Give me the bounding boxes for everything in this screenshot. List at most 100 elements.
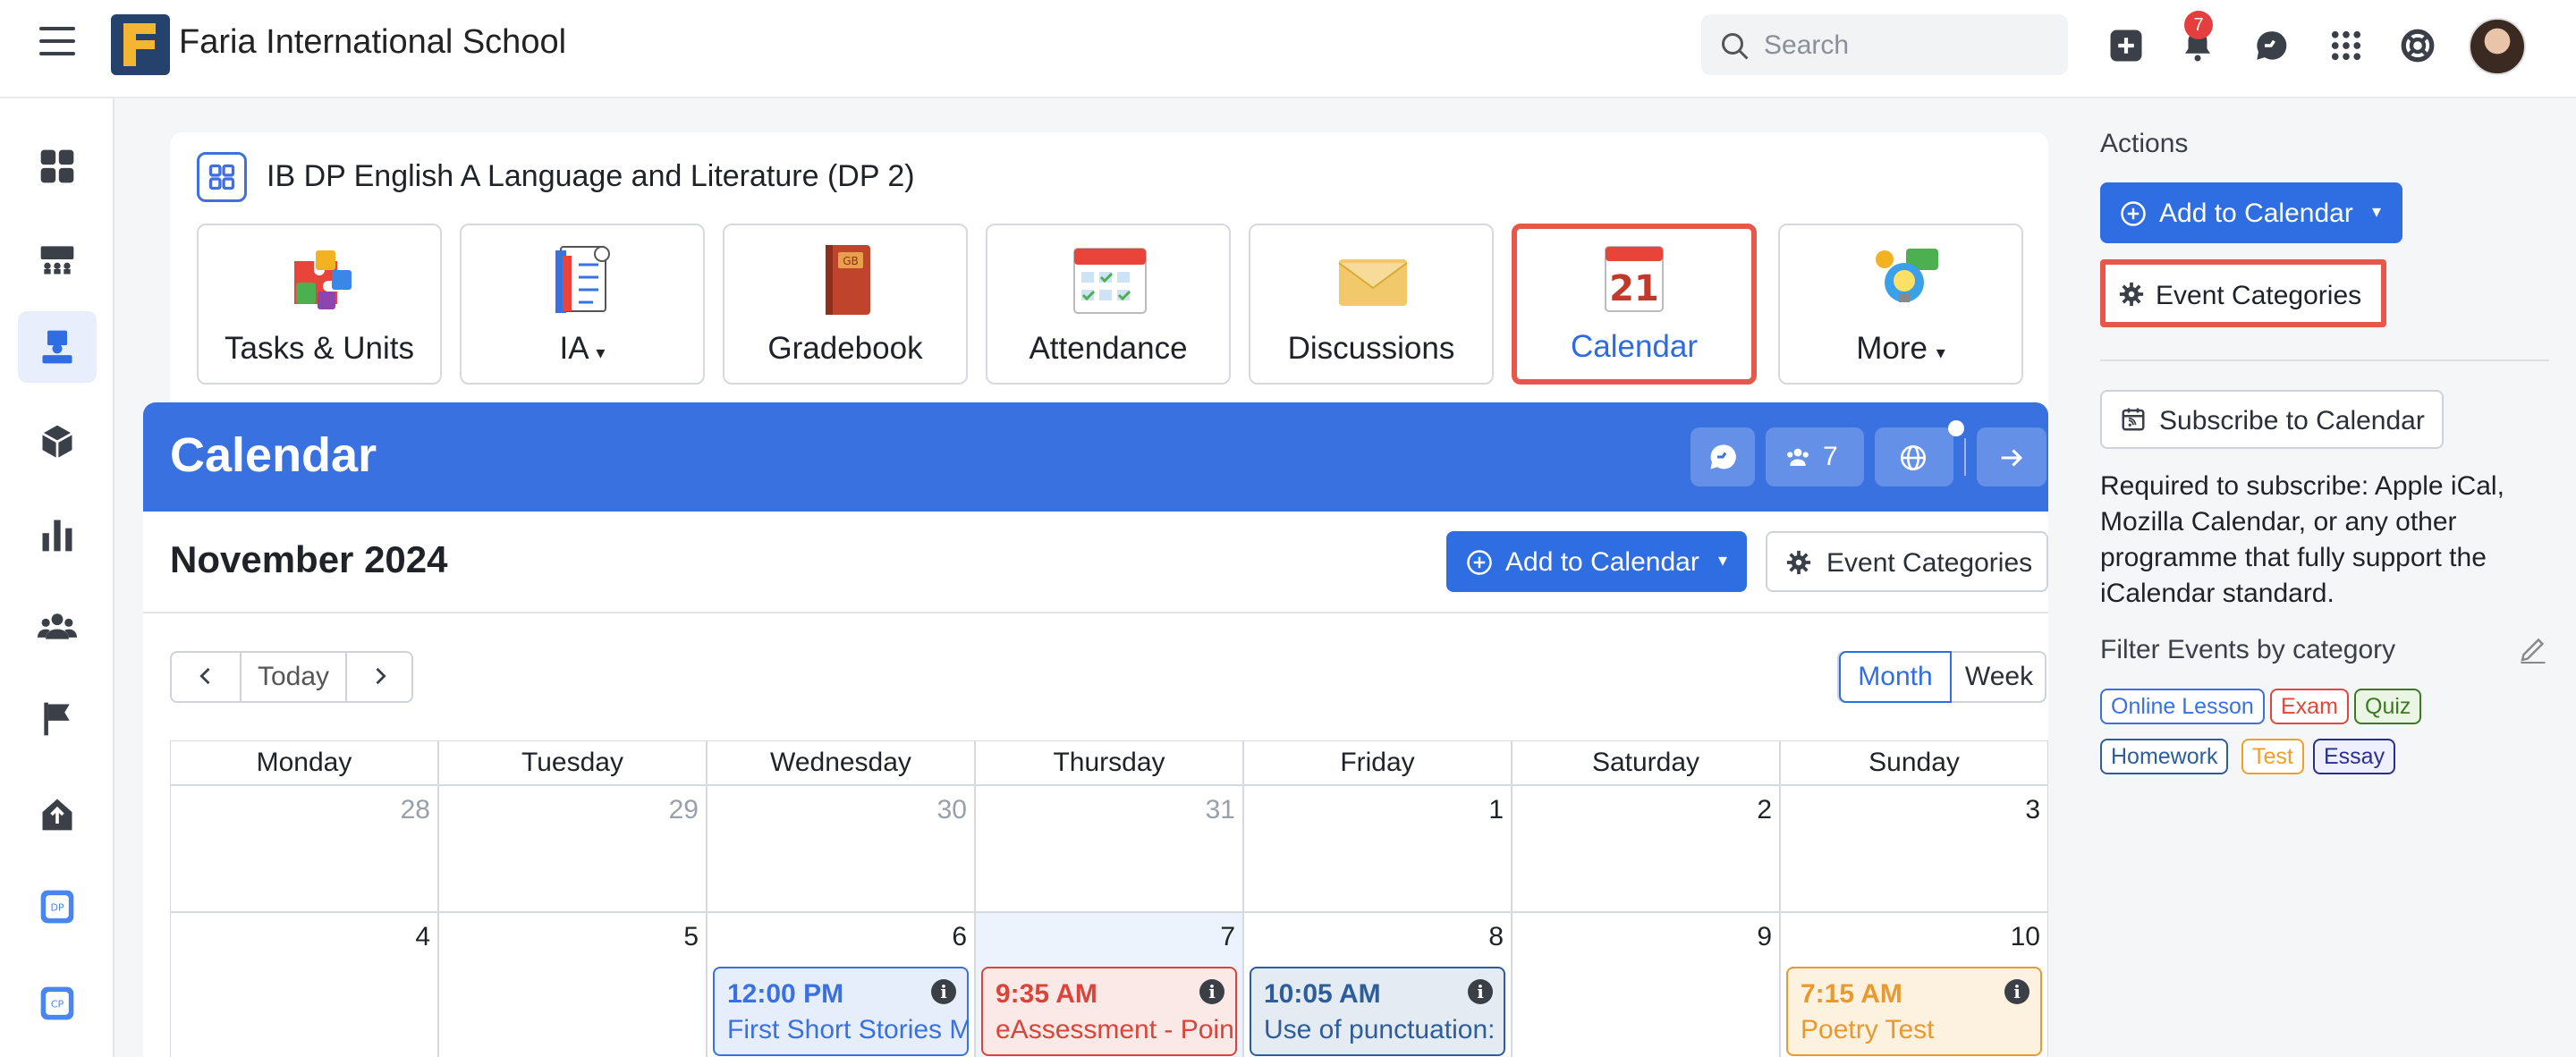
search-input[interactable]: Search (1701, 14, 2068, 75)
tile-discussions[interactable]: Discussions (1249, 224, 1494, 385)
course-icon[interactable] (18, 311, 97, 383)
info-icon[interactable]: i (931, 979, 956, 1004)
calendar-event[interactable]: 9:35 AM i eAssessment - Poin (981, 967, 1237, 1056)
school-logo[interactable] (111, 14, 170, 75)
day-cell-today[interactable]: 7 9:35 AM i eAssessment - Poin (975, 912, 1243, 1057)
svg-text:21: 21 (1609, 268, 1659, 309)
tile-calendar[interactable]: 21 Calendar (1512, 224, 1757, 385)
event-name: Use of punctuation: (1264, 1015, 1496, 1044)
calendar-event[interactable]: 12:00 PM i First Short Stories M (713, 967, 969, 1056)
apps-grid-icon[interactable] (2327, 27, 2365, 64)
pencil-icon[interactable] (2517, 633, 2549, 665)
calendar-event[interactable]: 7:15 AM i Poetry Test (1786, 967, 2042, 1056)
add-icon[interactable] (2107, 27, 2145, 64)
tile-label: IA ▾ (559, 331, 606, 366)
arrow-right-icon (2001, 449, 2023, 467)
day-cell[interactable]: 28 (170, 785, 438, 912)
chat-icon (1710, 444, 1736, 469)
tile-ia[interactable]: IA ▾ (460, 224, 705, 385)
day-cell[interactable]: 1 (1243, 785, 1512, 912)
category-tag[interactable]: Exam (2270, 689, 2349, 724)
day-number: 29 (668, 795, 699, 824)
add-to-calendar-button[interactable]: Add to Calendar ▾ (2100, 182, 2402, 243)
category-tag[interactable]: Quiz (2354, 689, 2422, 724)
day-cell[interactable]: 10 7:15 AM i Poetry Test (1780, 912, 2048, 1057)
menu-icon[interactable] (39, 27, 75, 63)
members-button[interactable]: 7 (1766, 427, 1864, 486)
event-categories-button[interactable]: Event Categories (1766, 531, 2048, 592)
calendar-chat-button[interactable] (1690, 427, 1755, 486)
category-tag[interactable]: Test (2241, 739, 2304, 774)
event-name: Poetry Test (1801, 1015, 1935, 1044)
day-cell[interactable]: 31 (975, 785, 1243, 912)
sidebar: DP CP (0, 98, 114, 1057)
cp-icon[interactable]: CP (18, 968, 97, 1039)
gear-icon (2119, 282, 2144, 307)
day-cell[interactable]: 29 (438, 785, 707, 912)
tile-tasks-units[interactable]: Tasks & Units (197, 224, 442, 385)
prev-button[interactable] (172, 653, 242, 701)
day-cell[interactable]: 4 (170, 912, 438, 1057)
user-avatar[interactable] (2469, 18, 2526, 75)
help-icon[interactable] (2399, 27, 2436, 64)
day-cell[interactable]: 2 (1512, 785, 1780, 912)
event-categories-button[interactable]: Event Categories (2100, 259, 2386, 327)
calendar-event[interactable]: 10:05 AM i Use of punctuation: (1250, 967, 1505, 1056)
day-cell[interactable]: 6 12:00 PM i First Short Stories M (707, 912, 975, 1057)
day-cell[interactable]: 30 (707, 785, 975, 912)
globe-icon (1900, 444, 1927, 471)
dp-icon[interactable]: DP (18, 871, 97, 943)
day-cell[interactable]: 9 (1512, 912, 1780, 1057)
notification-badge: 7 (2184, 11, 2213, 39)
month-view-button[interactable]: Month (1839, 651, 1952, 703)
add-to-calendar-button[interactable]: Add to Calendar ▾ (1446, 531, 1747, 592)
day-number: 2 (1757, 795, 1772, 824)
classes-icon[interactable] (18, 224, 97, 295)
plus-circle-icon (2121, 201, 2146, 226)
day-number: 1 (1488, 795, 1504, 824)
chat-icon[interactable] (2252, 27, 2290, 64)
category-tag[interactable]: Online Lesson (2100, 689, 2265, 724)
day-cell[interactable]: 3 (1780, 785, 2048, 912)
info-icon[interactable]: i (1199, 979, 1224, 1004)
dashboard-icon[interactable] (18, 131, 97, 202)
tile-more[interactable]: More ▾ (1778, 224, 2023, 385)
divider (2100, 359, 2549, 361)
calendar-header: Calendar 7 (143, 402, 2048, 512)
day-header: Saturday (1512, 740, 1780, 785)
subscribe-button[interactable]: Subscribe to Calendar (2100, 390, 2444, 449)
tile-label: More ▾ (1856, 331, 1945, 366)
tile-label: Attendance (1029, 331, 1188, 366)
day-number: 9 (1757, 922, 1772, 951)
puzzle-icon (294, 250, 352, 309)
day-number: 31 (1205, 795, 1235, 824)
today-button[interactable]: Today (242, 653, 347, 701)
view-switcher: Month Week (1837, 651, 2046, 703)
calendar-icon: 21 (1605, 246, 1664, 312)
info-icon[interactable]: i (2004, 979, 2029, 1004)
category-tag[interactable]: Essay (2313, 739, 2396, 774)
flag-icon[interactable] (18, 683, 97, 755)
package-icon[interactable] (18, 406, 97, 478)
globe-button[interactable] (1875, 427, 1953, 486)
reports-icon[interactable] (18, 499, 97, 571)
day-number: 7 (1220, 922, 1235, 951)
category-tag[interactable]: Homework (2100, 739, 2229, 774)
header-divider (1964, 438, 1966, 476)
course-card: IB DP English A Language and Literature … (170, 132, 2048, 419)
people-icon[interactable] (18, 590, 97, 662)
home-upload-icon[interactable] (18, 778, 97, 850)
next-button[interactable] (347, 653, 413, 701)
svg-text:GB: GB (843, 255, 859, 267)
day-cell[interactable]: 5 (438, 912, 707, 1057)
day-cell[interactable]: 8 10:05 AM i Use of punctuation: (1243, 912, 1512, 1057)
search-placeholder: Search (1764, 30, 1850, 60)
day-number: 6 (952, 922, 967, 951)
tile-attendance[interactable]: Attendance (986, 224, 1231, 385)
expand-button[interactable] (1977, 427, 2046, 486)
info-icon[interactable]: i (1468, 979, 1493, 1004)
attendance-icon (1073, 248, 1147, 314)
tile-gradebook[interactable]: GB Gradebook (723, 224, 968, 385)
week-view-button[interactable]: Week (1952, 653, 2046, 701)
calendar-title: Calendar (170, 428, 377, 482)
